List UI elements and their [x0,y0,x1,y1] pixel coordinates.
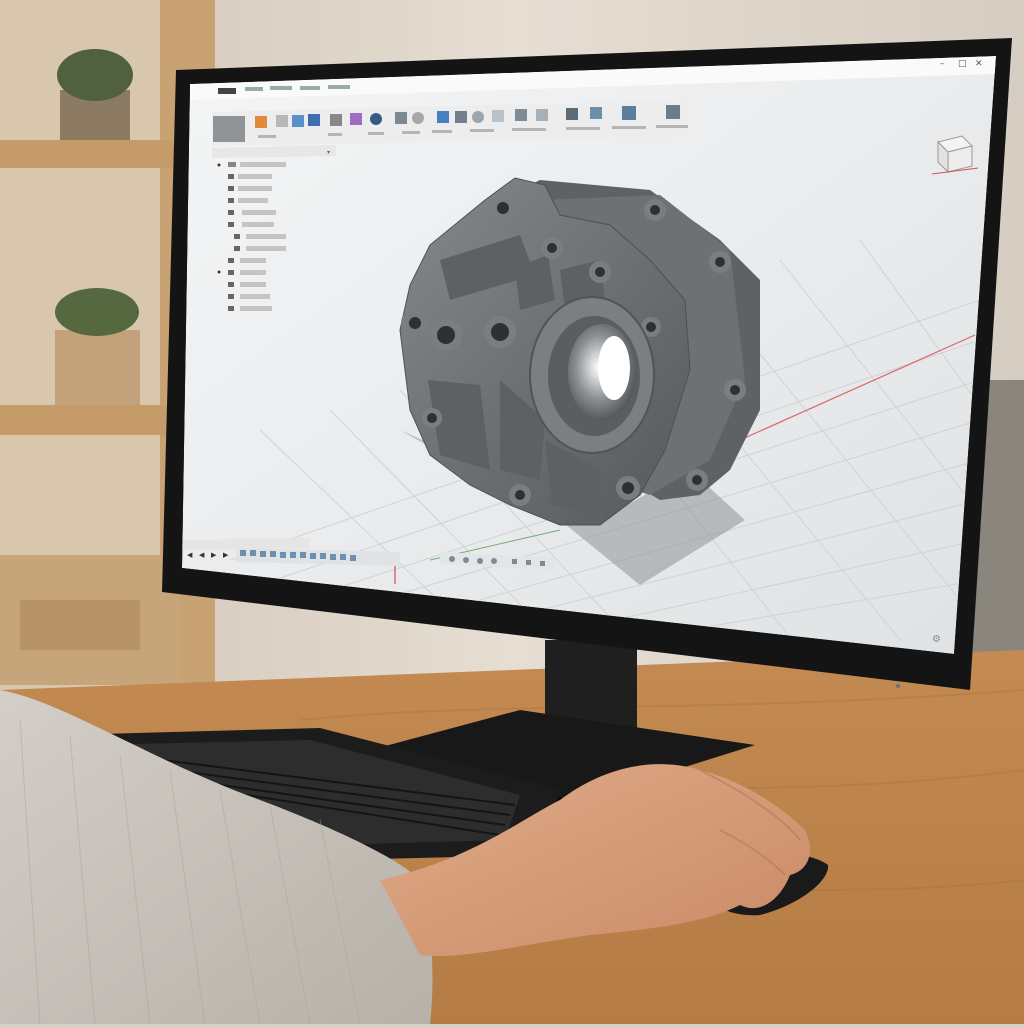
timeline-first-icon[interactable]: ◀ [187,551,193,559]
new-sketch-icon[interactable] [255,116,267,128]
fillet-icon[interactable] [370,113,382,125]
sweep-icon[interactable] [308,114,320,126]
photo-scene: – □ ✕ ▾ ◀ ◀ ▶ ▶ ⚙ [0,0,1024,1025]
section-icon[interactable] [472,111,484,123]
timeline-last-icon[interactable]: ▶ [223,551,229,559]
move-icon[interactable] [412,112,424,124]
modify-icon[interactable] [590,107,602,119]
viewports-icon[interactable] [540,561,545,566]
gear-icon[interactable]: ⚙ [932,634,941,645]
app-menu-icon[interactable] [218,88,236,94]
scene-svg: – □ ✕ ▾ ◀ ◀ ▶ ▶ ⚙ [0,0,1024,1025]
monitor-screen: – □ ✕ ▾ ◀ ◀ ▶ ▶ ⚙ [182,56,996,654]
assemble-icon[interactable] [536,109,548,121]
workspace-switcher-button[interactable] [213,116,245,142]
make-icon[interactable] [622,106,636,120]
extrude-icon[interactable] [276,115,288,127]
pan-icon[interactable] [463,557,469,563]
insert-icon[interactable] [492,110,504,122]
grid-settings-icon[interactable] [526,560,531,565]
hole-icon[interactable] [330,114,342,126]
timeline-play-icon[interactable]: ▶ [211,551,217,559]
select-icon[interactable] [515,109,527,121]
combine-icon[interactable] [395,112,407,124]
fit-icon[interactable] [491,558,497,564]
display-settings-icon[interactable] [512,559,517,564]
plant [55,288,139,336]
zoom-icon[interactable] [477,558,483,564]
window-close-icon[interactable]: ✕ [975,59,983,69]
window-minimize-icon[interactable]: – [940,59,945,69]
browser-collapse-icon[interactable]: ▾ [327,149,330,156]
window-maximize-icon[interactable]: □ [958,59,967,69]
comments-panel [182,538,310,550]
revolve-icon[interactable] [292,115,304,127]
orbit-icon[interactable] [449,556,455,562]
plant-pot [55,330,140,405]
timeline-previous-icon[interactable]: ◀ [199,551,205,559]
addins-icon[interactable] [666,105,680,119]
power-led [896,684,900,688]
cad-part-housing[interactable] [399,177,760,526]
plant [57,49,133,101]
plane-icon[interactable] [437,111,449,123]
shell-icon[interactable] [350,113,362,125]
construct-icon[interactable] [566,108,578,120]
inspect-icon[interactable] [455,111,467,123]
